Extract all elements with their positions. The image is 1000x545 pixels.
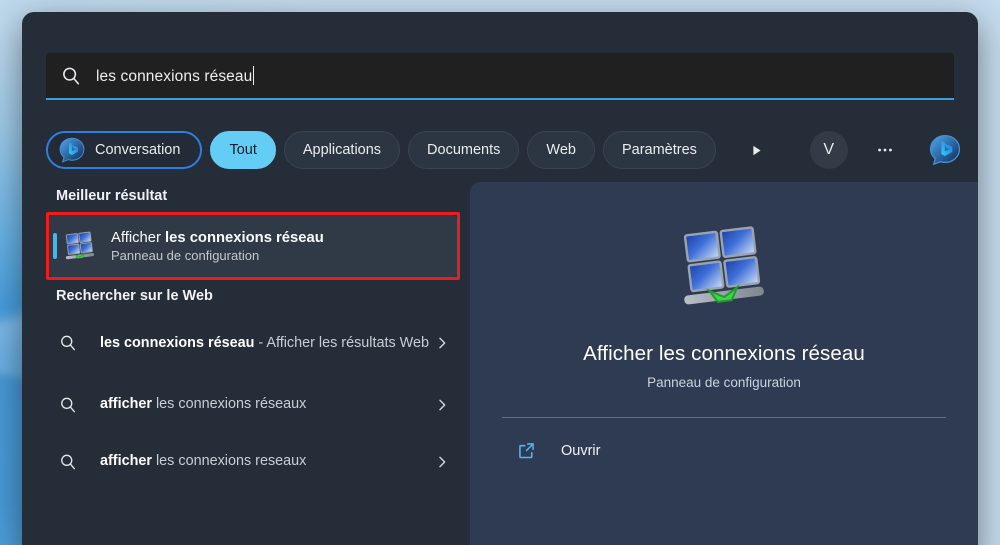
preview-pane: Afficher les connexions réseau Panneau d… — [470, 182, 978, 545]
search-input[interactable]: les connexions réseau — [46, 53, 954, 100]
web-result-label: les connexions réseau - Afficher les rés… — [100, 334, 430, 351]
chevron-right-icon[interactable] — [434, 454, 450, 470]
avatar-initial: V — [823, 141, 835, 158]
web-result-label: afficher les connexions réseaux — [100, 396, 307, 413]
open-action-button[interactable]: Ouvrir — [502, 440, 946, 461]
web-result-item[interactable]: les connexions réseau - Afficher les rés… — [46, 310, 460, 376]
tab-parametres[interactable]: Paramètres — [602, 131, 716, 169]
filter-tabs: Conversation Tout Applications Documents… — [46, 124, 960, 176]
chevron-right-icon[interactable] — [434, 335, 450, 351]
tab-conversation[interactable]: Conversation — [46, 131, 203, 169]
preview-icon-wrapper — [676, 219, 772, 320]
windows-search-panel: les connexions réseau Conversation Tout … — [22, 12, 978, 545]
search-icon — [60, 65, 82, 87]
desktop-background: les connexions réseau Conversation Tout … — [0, 0, 1000, 545]
tab-web-label: Web — [546, 142, 576, 158]
open-action-label: Ouvrir — [561, 442, 601, 459]
best-result-heading: Meilleur résultat — [56, 188, 168, 204]
tab-documents-label: Documents — [427, 142, 501, 158]
tab-conversation-label: Conversation — [95, 142, 181, 158]
web-result-item[interactable]: afficher les connexions réseaux — [46, 376, 460, 433]
bing-chat-icon — [928, 133, 962, 167]
selection-accent-bar — [53, 233, 57, 259]
tab-applications-label: Applications — [302, 142, 382, 158]
search-query-text: les connexions réseau — [96, 67, 253, 85]
best-result-highlight-box: Afficher les connexions réseau Panneau d… — [46, 212, 460, 280]
user-avatar-button[interactable]: V — [809, 131, 848, 169]
web-search-heading: Rechercher sur le Web — [56, 288, 213, 304]
preview-divider — [502, 417, 946, 418]
best-result-item[interactable]: Afficher les connexions réseau Panneau d… — [49, 215, 457, 277]
best-result-title: Afficher les connexions réseau — [111, 229, 324, 246]
search-icon — [58, 333, 78, 353]
preview-title: Afficher les connexions réseau — [583, 342, 865, 365]
search-icon — [58, 452, 78, 472]
chevron-right-icon[interactable] — [434, 397, 450, 413]
external-link-icon — [516, 440, 537, 461]
tab-tout[interactable]: Tout — [210, 131, 276, 169]
best-result-subtitle: Panneau de configuration — [111, 247, 260, 263]
web-result-item[interactable]: afficher les connexions reseaux — [46, 433, 460, 490]
more-options-icon[interactable] — [866, 131, 904, 169]
results-column: Meilleur résultat Afficher les connexion… — [46, 188, 470, 545]
search-icon — [58, 395, 78, 415]
tab-applications[interactable]: Applications — [283, 131, 401, 169]
network-connections-icon — [63, 229, 97, 263]
tab-documents[interactable]: Documents — [408, 131, 520, 169]
bing-chat-icon — [58, 136, 86, 164]
network-connections-icon — [676, 226, 772, 319]
web-result-label: afficher les connexions reseaux — [100, 453, 307, 470]
text-caret — [253, 65, 255, 85]
preview-subtitle: Panneau de configuration — [647, 375, 801, 390]
tab-tout-label: Tout — [229, 142, 257, 158]
play-triangle-icon[interactable] — [738, 131, 776, 169]
tab-web[interactable]: Web — [527, 131, 595, 169]
tab-parametres-label: Paramètres — [621, 142, 697, 158]
bing-chat-button[interactable] — [926, 131, 964, 169]
